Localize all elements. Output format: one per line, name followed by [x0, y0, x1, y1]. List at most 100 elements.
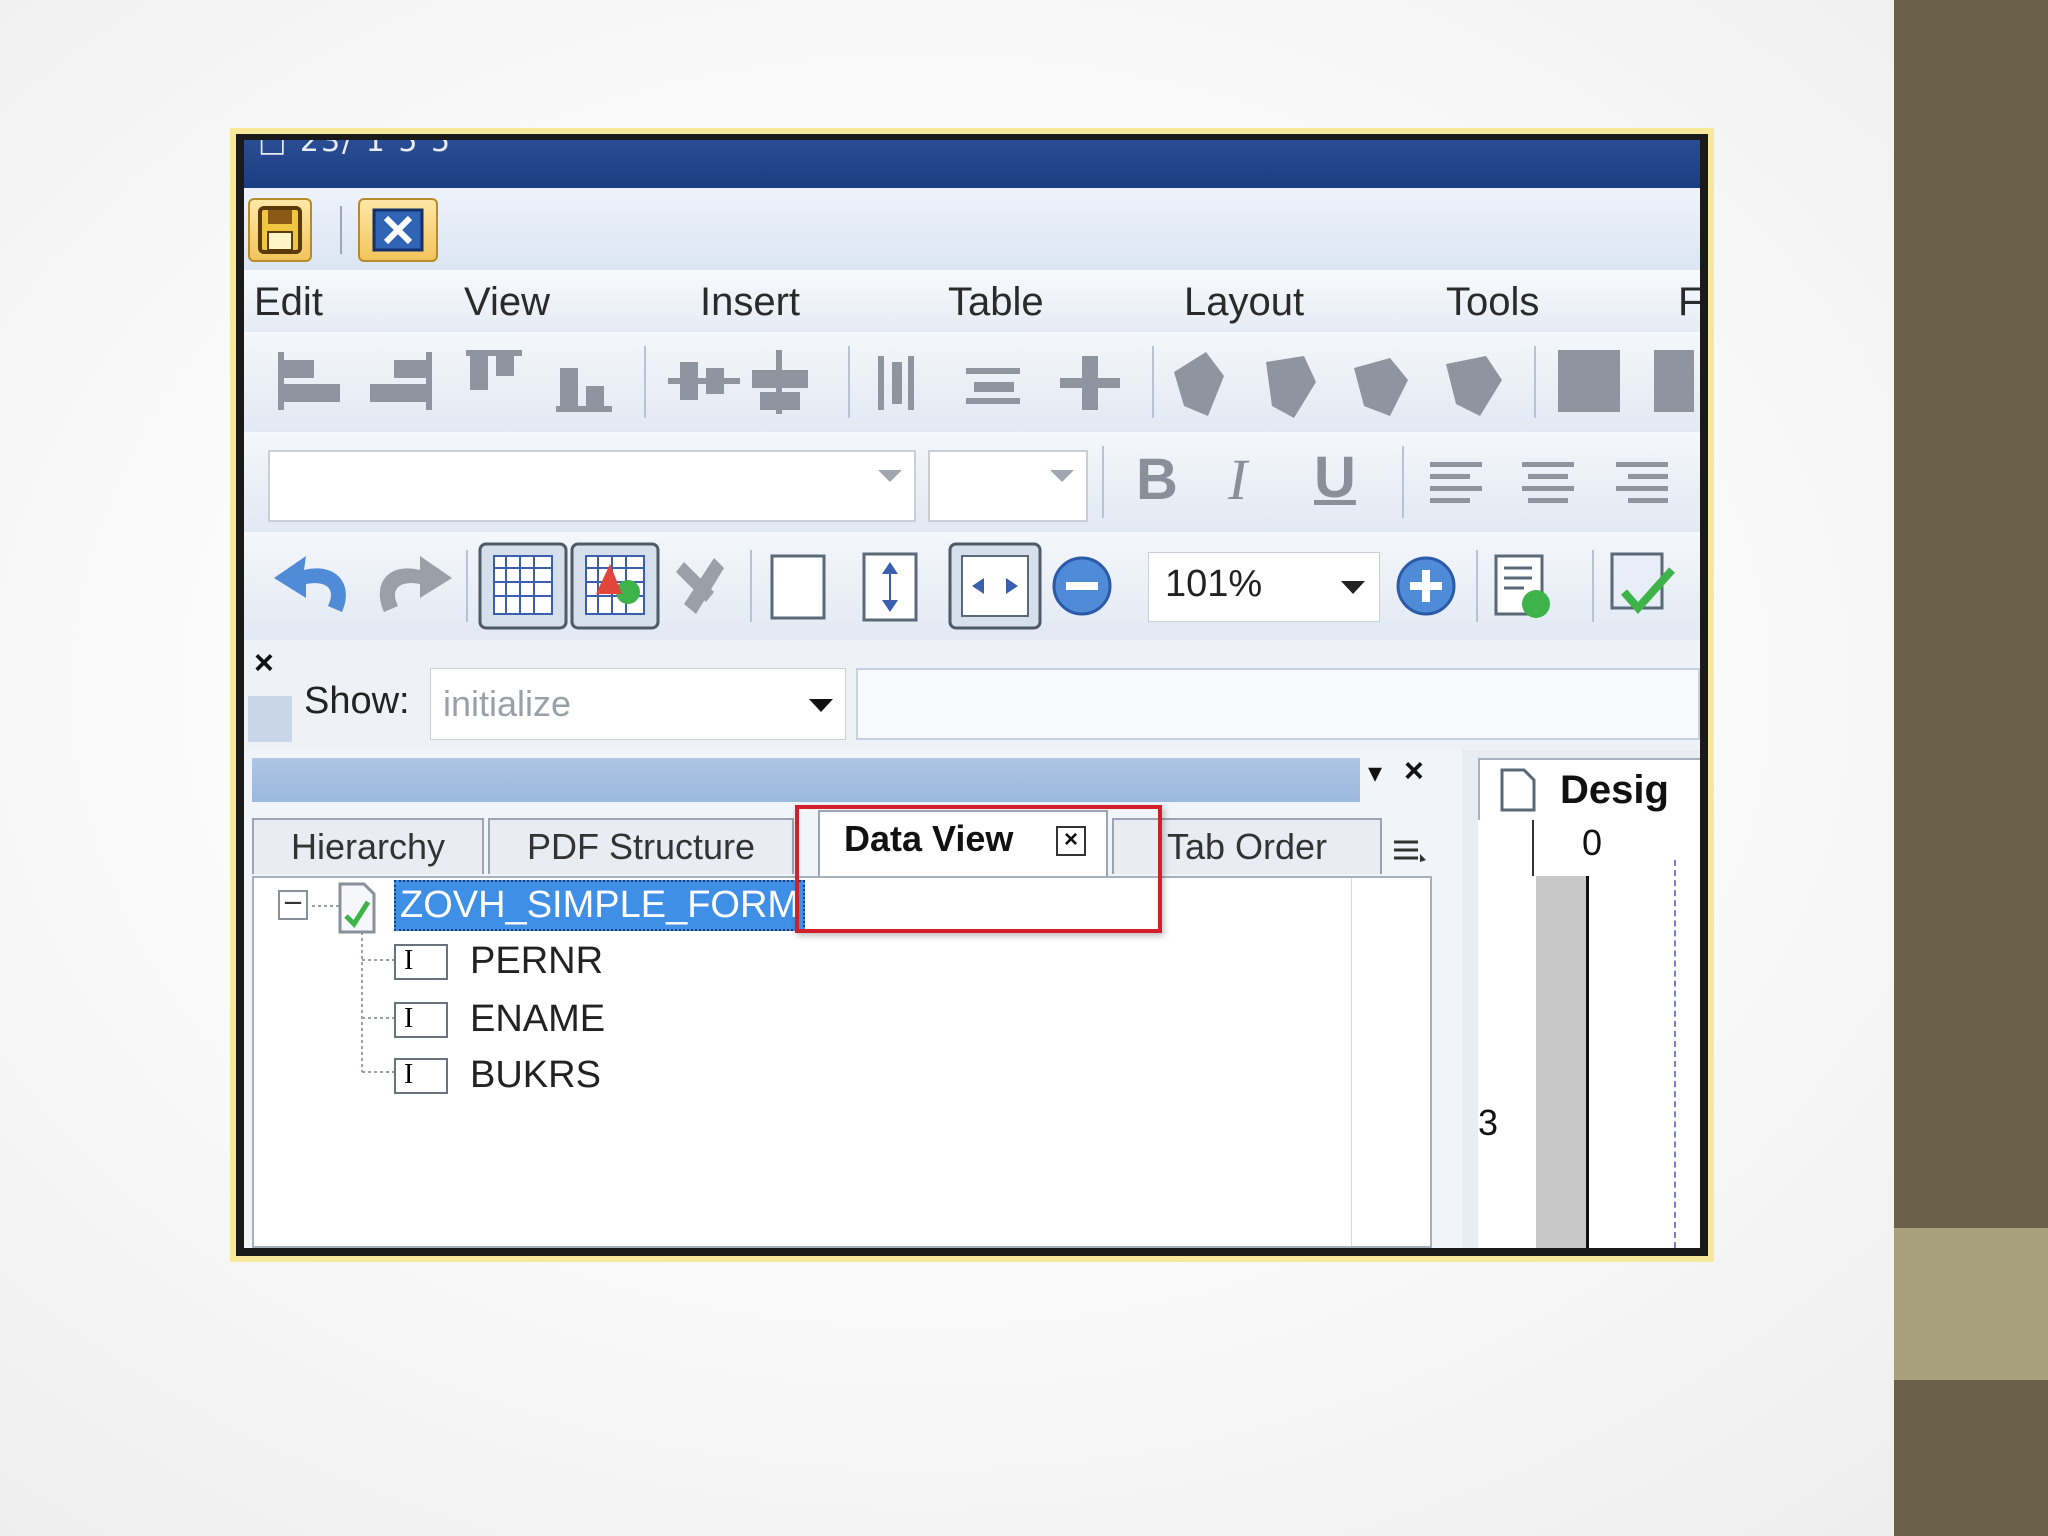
arrow-tool-1-icon[interactable] [1174, 352, 1224, 416]
field-icon: I [394, 1002, 448, 1038]
panel-grip [248, 696, 292, 742]
formatting-toolbar: B I U [244, 432, 1700, 533]
tab-list-icon[interactable] [1392, 838, 1428, 864]
window-title: □ 23/ 1 5 5 [258, 140, 453, 159]
undo-icon[interactable] [274, 556, 346, 612]
align-top-icon[interactable] [466, 350, 522, 390]
bold-button[interactable]: B [1136, 446, 1178, 513]
title-bar: □ 23/ 1 5 5 [244, 140, 1700, 188]
expand-toggle[interactable]: − [278, 890, 308, 920]
underline-button[interactable]: U [1314, 444, 1356, 511]
script-target-field[interactable] [856, 668, 1700, 740]
italic-button[interactable]: I [1228, 446, 1247, 513]
save-icon [258, 206, 302, 254]
form-properties-icon[interactable] [1494, 554, 1550, 618]
menu-tools[interactable]: Tools [1446, 280, 1539, 325]
show-event-value: initialize [443, 683, 572, 724]
arrow-tool-2-icon[interactable] [1266, 356, 1316, 418]
field-icon: I [394, 1058, 448, 1094]
align-left-icon[interactable] [278, 352, 340, 410]
show-event-dropdown[interactable]: initialize [430, 668, 846, 740]
page-icon [1500, 768, 1536, 812]
close-document-button[interactable] [358, 198, 438, 262]
tab-hierarchy[interactable]: Hierarchy [252, 818, 484, 874]
font-size-combobox[interactable] [928, 450, 1088, 522]
view-toolbar-icons [274, 542, 1675, 630]
alignment-toolbar-icons [278, 346, 1694, 418]
list-icon [1394, 840, 1426, 862]
close-icon[interactable]: × [254, 644, 274, 683]
arrow-tool-3-icon[interactable] [1354, 358, 1408, 416]
align-bottom-icon[interactable] [556, 368, 612, 412]
tools-icon[interactable] [676, 558, 724, 614]
tree-node-ename[interactable]: ENAME [470, 998, 605, 1041]
zoom-out-icon[interactable] [1052, 556, 1112, 616]
design-view-panel: Desig 0 3 [1462, 750, 1700, 1248]
decor-bar-middle [1894, 1228, 2048, 1380]
zoom-value: 101% [1165, 563, 1263, 605]
design-canvas[interactable]: 0 3 [1478, 820, 1700, 1248]
center-vertical-icon[interactable] [752, 350, 808, 414]
tree-node-pernr[interactable]: PERNR [470, 940, 603, 983]
tree-node-bukrs[interactable]: BUKRS [470, 1054, 601, 1097]
menu-more[interactable]: F [1678, 280, 1700, 325]
zoom-combobox[interactable]: 101% [1148, 552, 1380, 622]
tab-design-view[interactable]: Desig [1478, 758, 1700, 820]
toolbar-separator [1402, 446, 1404, 518]
panel-menu-button[interactable]: ▾ [1368, 756, 1382, 789]
chevron-down-icon[interactable] [1341, 581, 1365, 594]
arrow-tool-4-icon[interactable] [1446, 356, 1502, 416]
decor-bar-top [1894, 0, 2048, 1228]
font-name-combobox[interactable] [268, 450, 916, 522]
highlight-box [795, 805, 1162, 933]
tree-root-node[interactable]: ZOVH_SIMPLE_FORM [394, 880, 806, 931]
chevron-down-icon[interactable] [1050, 470, 1074, 482]
paragraph-align-icons [1430, 462, 1668, 503]
zoom-in-icon[interactable] [1396, 556, 1456, 616]
decor-bar-bottom [1894, 1380, 2048, 1536]
application-window: □ 23/ 1 5 5 Edit View Insert Table Layou… [236, 134, 1708, 1256]
ruler-left-label: 3 [1478, 1102, 1499, 1143]
text-align-right-icon[interactable] [1616, 462, 1668, 503]
distribute-horizontal-icon[interactable] [878, 356, 914, 410]
text-align-left-icon[interactable] [1430, 462, 1482, 503]
chevron-down-icon[interactable] [809, 699, 833, 712]
panel-close-button[interactable]: × [1404, 752, 1424, 791]
same-width-icon[interactable] [1654, 350, 1694, 412]
page-icon[interactable] [770, 554, 826, 620]
center-horizontal-icon[interactable] [668, 362, 740, 400]
align-right-icon[interactable] [370, 352, 432, 410]
field-icon: I [394, 944, 448, 980]
script-editor-bar: × Show: initialize [244, 640, 1700, 751]
grid-icon[interactable] [478, 542, 568, 630]
quick-toolbar [244, 188, 1700, 272]
chevron-down-icon[interactable] [878, 470, 902, 482]
menu-table[interactable]: Table [948, 280, 1044, 325]
ruler-top-label: 0 [1582, 822, 1603, 863]
snap-to-grid-icon[interactable] [570, 542, 660, 630]
menu-insert[interactable]: Insert [700, 280, 800, 325]
design-tab-label: Desig [1560, 768, 1669, 812]
menu-edit[interactable]: Edit [254, 280, 323, 325]
menu-layout[interactable]: Layout [1184, 280, 1304, 325]
fit-width-icon[interactable] [948, 542, 1042, 630]
save-button[interactable] [248, 198, 312, 262]
spell-check-icon[interactable] [1610, 552, 1675, 615]
menu-view[interactable]: View [464, 280, 550, 325]
show-label: Show: [304, 680, 410, 722]
distribute-center-icon[interactable] [1060, 356, 1120, 410]
tab-pdf-structure[interactable]: PDF Structure [488, 818, 794, 874]
fit-height-icon[interactable] [862, 552, 918, 622]
distribute-vertical-icon[interactable] [966, 368, 1020, 404]
ruler-corner [1478, 820, 1534, 876]
toolbar-separator [1102, 446, 1104, 518]
window-client: □ 23/ 1 5 5 Edit View Insert Table Layou… [244, 140, 1700, 1248]
text-align-center-icon[interactable] [1522, 462, 1574, 503]
tree-scrollbar-track[interactable] [1351, 878, 1430, 1246]
page-margin-shade [1536, 876, 1589, 1248]
redo-icon[interactable] [379, 556, 452, 612]
same-size-icon[interactable] [1558, 350, 1620, 412]
page-guide-line [1674, 860, 1676, 1248]
schema-icon [338, 882, 376, 934]
toolbar-separator [340, 206, 342, 254]
